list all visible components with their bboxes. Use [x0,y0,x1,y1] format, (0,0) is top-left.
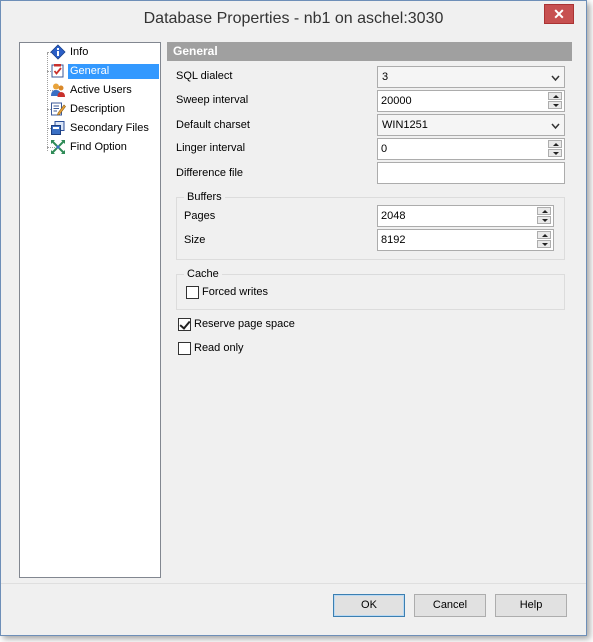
tree-item-label: Description [70,103,126,115]
tree-item-find-option[interactable]: Find Option [30,138,158,156]
users-icon [50,82,66,98]
forced-writes-label: Forced writes [202,286,269,298]
tree-item-label: Active Users [70,84,132,96]
linger-interval-label: Linger interval [176,142,246,154]
checklist-icon [50,63,66,79]
footer-separator [1,583,586,584]
linger-interval-value: 0 [381,143,388,155]
sweep-interval-value: 20000 [381,95,412,107]
size-value: 8192 [381,234,406,246]
spin-up-button[interactable] [548,140,562,148]
tree-item-active-users[interactable]: Active Users [30,81,158,99]
cancel-button[interactable]: Cancel [414,594,486,617]
sweep-interval-spinner[interactable]: 20000 [377,90,565,112]
find-option-icon [50,139,66,155]
close-button[interactable]: ✕ [544,4,574,24]
sql-dialect-label: SQL dialect [176,70,233,82]
spin-down-button[interactable] [537,240,551,248]
cache-group-title: Cache [184,268,222,280]
spin-down-button[interactable] [548,101,562,109]
window-title: Database Properties - nb1 on aschel:3030 [143,10,444,27]
spin-up-button[interactable] [537,231,551,239]
linger-interval-spinner[interactable]: 0 [377,138,565,160]
section-header: General [167,42,572,61]
default-charset-value: WIN1251 [382,119,428,131]
forced-writes-checkbox[interactable] [186,286,199,299]
dialog-window: Database Properties - nb1 on aschel:3030… [0,0,587,636]
difference-file-label: Difference file [176,167,244,179]
ok-button[interactable]: OK [333,594,405,617]
tree-item-label: Info [70,46,89,58]
title-bar: Database Properties - nb1 on aschel:3030… [1,1,586,39]
size-spinner[interactable]: 8192 [377,229,554,251]
read-only-checkbox[interactable] [178,342,191,355]
size-label: Size [184,234,206,246]
sql-dialect-value: 3 [382,71,389,83]
reserve-page-space-label: Reserve page space [194,318,295,330]
pages-value: 2048 [381,210,406,222]
spin-down-button[interactable] [537,216,551,224]
tree-item-general[interactable]: General [30,62,159,80]
sql-dialect-select[interactable]: 3 [377,66,565,88]
sweep-interval-label: Sweep interval [176,94,249,106]
default-charset-select[interactable]: WIN1251 [377,114,565,136]
tree-item-label: Find Option [70,141,127,153]
tree-item-info[interactable]: Info [30,43,158,61]
pages-spinner[interactable]: 2048 [377,205,554,227]
tree-item-label: General [68,64,159,79]
tree-item-secondary-files[interactable]: Secondary Files [30,119,158,137]
edit-document-icon [50,101,66,117]
spin-up-button[interactable] [537,207,551,215]
spin-up-button[interactable] [548,92,562,100]
spin-down-button[interactable] [548,149,562,157]
chevron-down-icon [551,73,560,82]
default-charset-label: Default charset [176,119,250,131]
read-only-label: Read only [194,342,244,354]
tree-item-description[interactable]: Description [30,100,158,118]
help-button[interactable]: Help [495,594,567,617]
buffers-group-title: Buffers [184,191,225,203]
files-icon [50,120,66,136]
pages-label: Pages [184,210,216,222]
chevron-down-icon [551,121,560,130]
navigation-tree: Info General Active Users Description Se… [19,42,161,578]
difference-file-input[interactable] [377,162,565,184]
info-icon [50,44,66,60]
tree-item-label: Secondary Files [70,122,149,134]
reserve-page-space-checkbox[interactable] [178,318,191,331]
